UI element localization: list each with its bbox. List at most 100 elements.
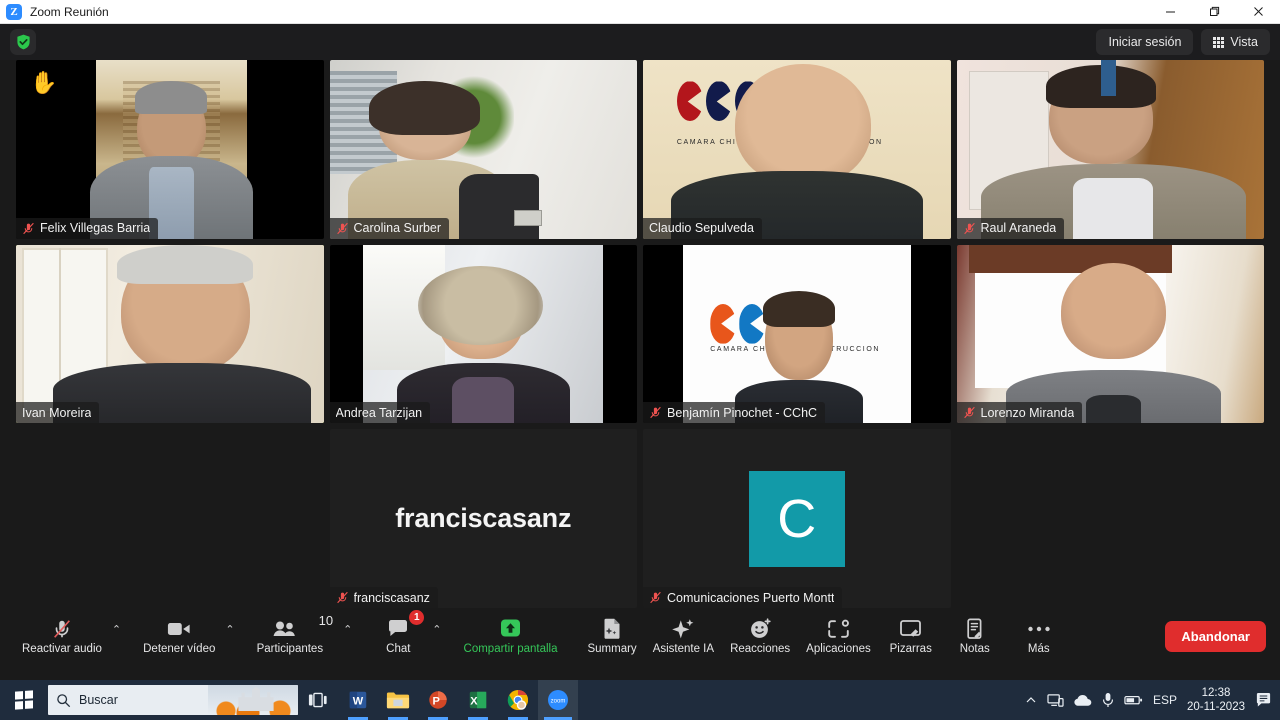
chat-unread-badge: 1	[409, 610, 425, 625]
participant-tile-active-speaker[interactable]: Ivan Moreira	[16, 244, 324, 424]
camera-icon	[167, 618, 191, 640]
share-screen-button[interactable]: Compartir pantalla	[456, 611, 566, 661]
unmute-audio-button[interactable]: Reactivar audio	[14, 611, 110, 661]
cloud-icon[interactable]	[1074, 694, 1092, 707]
apps-button[interactable]: Aplicaciones	[798, 611, 879, 661]
participant-tile[interactable]: Lorenzo Miranda	[956, 244, 1264, 424]
sign-in-label: Iniciar sesión	[1108, 35, 1182, 49]
svg-text:zoom: zoom	[551, 698, 566, 704]
whiteboards-button[interactable]: Pizarras	[879, 611, 943, 661]
participant-tile[interactable]: ✋ Felix Villegas Barria	[16, 60, 324, 239]
video-feed	[329, 60, 637, 239]
summary-label: Summary	[587, 642, 637, 655]
video-control-group: Detener vídeo ⌃	[135, 611, 235, 661]
chevron-up-icon-video[interactable]: ⌃	[225, 623, 234, 636]
share-screen-label: Compartir pantalla	[463, 642, 558, 655]
participants-count: 10	[318, 613, 334, 628]
chat-control-group: Chat 1 ⌃	[366, 610, 442, 661]
empty-tile-slot	[957, 429, 1265, 608]
apps-icon	[827, 618, 850, 640]
notes-icon	[965, 618, 985, 640]
notes-button[interactable]: Notas	[943, 611, 1007, 661]
video-feed	[329, 244, 637, 424]
whiteboard-icon	[899, 618, 922, 640]
chat-bubble-icon	[387, 618, 409, 640]
network-icon[interactable]	[1047, 693, 1064, 708]
sign-in-button[interactable]: Iniciar sesión	[1096, 29, 1194, 55]
video-grid: ✋ Felix Villegas Barria Carolina Surber	[0, 60, 1280, 608]
video-feed	[16, 244, 324, 424]
participant-nameplate: Felix Villegas Barria	[16, 217, 159, 239]
notifications-icon[interactable]	[1255, 692, 1272, 709]
participant-tile[interactable]: CAMARA CHILENA STRUCCION Benjamín Pinoch…	[643, 244, 951, 424]
avatar: C	[748, 470, 845, 567]
stop-video-button[interactable]: Detener vídeo	[135, 611, 223, 661]
window-title-bar: Z Zoom Reunión	[0, 0, 1280, 24]
view-label: Vista	[1230, 35, 1258, 49]
chevron-up-icon[interactable]	[1025, 694, 1037, 706]
participant-name: Andrea Tarzijan	[335, 405, 423, 420]
participant-nameplate: Lorenzo Miranda	[956, 402, 1083, 424]
search-placeholder: Buscar	[79, 693, 118, 707]
microphone-muted-icon	[23, 222, 34, 234]
video-feed: CAMARA CHILENA CCION	[643, 60, 951, 239]
video-scene: CAMARA CHILENA CCION	[643, 60, 951, 239]
participants-button[interactable]: Participantes 10	[249, 611, 334, 661]
microphone-muted-icon	[650, 591, 661, 604]
sparkle-icon	[671, 618, 695, 640]
window-title: Zoom Reunión	[30, 4, 109, 19]
powerpoint-icon[interactable]: P	[418, 680, 458, 720]
ai-assistant-button[interactable]: Asistente IA	[645, 611, 722, 661]
participant-tile[interactable]: franciscasanz franciscasanz	[329, 429, 637, 608]
windows-start-icon[interactable]	[0, 680, 48, 720]
leave-meeting-button[interactable]: Abandonar	[1165, 620, 1266, 652]
participant-nameplate: Raul Araneda	[956, 217, 1065, 239]
chat-button[interactable]: Chat 1	[366, 610, 430, 661]
chevron-up-icon-audio[interactable]: ⌃	[112, 623, 121, 636]
green-shield-check-icon[interactable]	[10, 29, 36, 55]
chevron-up-icon-participants[interactable]: ⌃	[343, 623, 352, 636]
reactions-button[interactable]: Reacciones	[722, 611, 798, 661]
participant-name: Lorenzo Miranda	[980, 405, 1075, 420]
search-input[interactable]: Buscar	[48, 685, 298, 715]
video-scene	[956, 60, 1264, 239]
minimize-icon[interactable]	[1148, 0, 1192, 24]
ellipsis-icon	[1027, 618, 1051, 640]
magnifier-icon	[57, 693, 71, 707]
video-feed	[956, 244, 1264, 424]
participant-tile[interactable]: Raul Araneda	[956, 60, 1264, 239]
more-button[interactable]: Más	[1007, 611, 1071, 661]
battery-icon[interactable]	[1124, 694, 1143, 706]
task-view-icon[interactable]	[298, 680, 338, 720]
participant-tile[interactable]: CAMARA CHILENA CCION Claudio Sepulveda	[643, 60, 951, 239]
excel-icon[interactable]: X	[458, 680, 498, 720]
view-button[interactable]: Vista	[1201, 29, 1270, 55]
chrome-icon[interactable]	[498, 680, 538, 720]
meeting-toolbar: Reactivar audio ⌃ Detener vídeo ⌃ Partic…	[0, 608, 1280, 664]
file-explorer-icon[interactable]	[378, 680, 418, 720]
participant-tile[interactable]: Carolina Surber	[329, 60, 637, 239]
participants-icon	[273, 618, 307, 640]
restore-icon[interactable]	[1192, 0, 1236, 24]
chevron-up-icon-chat[interactable]: ⌃	[432, 623, 441, 636]
system-tray: ESP 12:38 20-11-2023	[1025, 686, 1280, 714]
language-indicator[interactable]: ESP	[1153, 693, 1177, 707]
participant-name: Benjamín Pinochet - CChC	[667, 405, 818, 420]
zoom-icon[interactable]: zoom	[538, 680, 578, 720]
close-icon[interactable]	[1236, 0, 1280, 24]
meeting-header: Iniciar sesión Vista	[0, 24, 1280, 60]
microphone-icon[interactable]	[1102, 692, 1114, 708]
summary-button[interactable]: Summary	[579, 611, 644, 661]
video-scene	[363, 244, 604, 424]
participant-display-name: franciscasanz	[395, 503, 572, 534]
unmute-audio-label: Reactivar audio	[22, 642, 102, 655]
participant-name: franciscasanz	[353, 590, 430, 605]
more-label: Más	[1027, 642, 1050, 655]
participant-name: Ivan Moreira	[22, 405, 92, 420]
word-icon[interactable]: W	[338, 680, 378, 720]
participant-name: Raul Araneda	[980, 221, 1057, 236]
participant-tile[interactable]: C Comunicaciones Puerto Montt	[643, 429, 951, 608]
clock[interactable]: 12:38 20-11-2023	[1187, 686, 1245, 714]
svg-text:X: X	[470, 696, 478, 708]
participant-tile[interactable]: Andrea Tarzijan	[329, 244, 637, 424]
